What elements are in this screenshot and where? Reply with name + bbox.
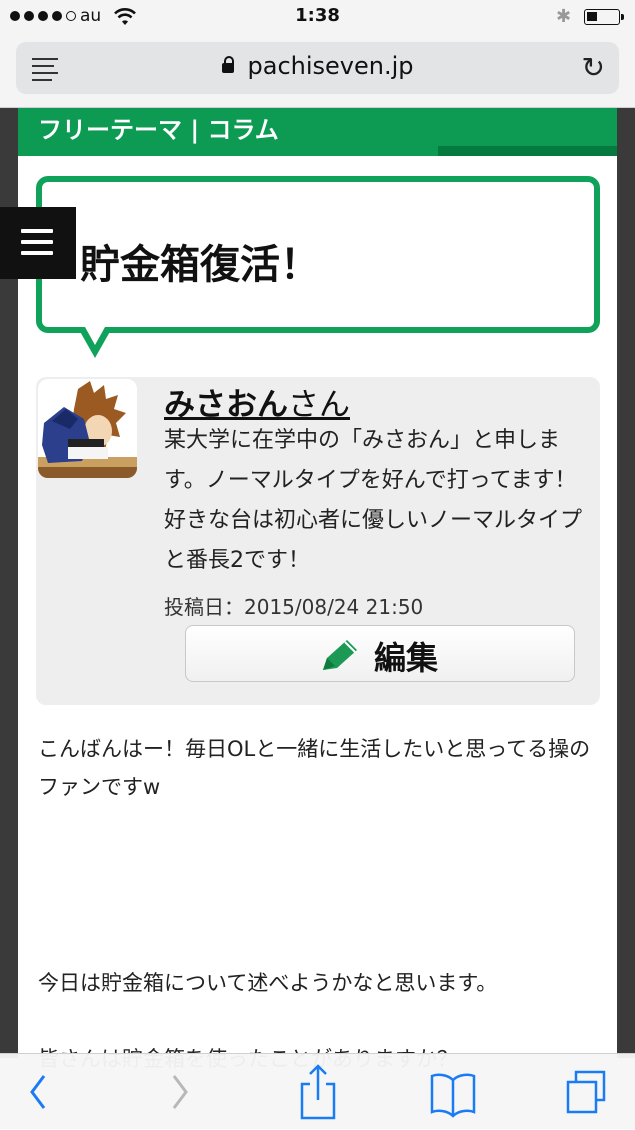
- body-paragraph: 今日は貯金箱について述べようかなと思います。: [38, 971, 498, 995]
- author-bio: 某大学に在学中の「みさおん」と申します。ノーマルタイプを好んで打ってます！ 好き…: [164, 428, 583, 573]
- bookmarks-icon[interactable]: [429, 1054, 477, 1130]
- tabs-icon[interactable]: [564, 1054, 608, 1130]
- page-gutter-right: [617, 108, 635, 1058]
- url-domain: pachiseven.jp: [247, 52, 414, 80]
- category-label[interactable]: フリーテーマ | コラム: [38, 110, 279, 145]
- status-bar: au 1:38 ✱: [0, 0, 635, 36]
- pencil-icon: [323, 640, 357, 670]
- battery-icon: [584, 9, 624, 25]
- share-icon[interactable]: [298, 1054, 338, 1130]
- lock-icon: [221, 56, 234, 73]
- browser-url-area: pachiseven.jp ↻: [0, 36, 635, 108]
- forward-icon[interactable]: [164, 1054, 194, 1130]
- bluetooth-icon: ✱: [556, 6, 572, 27]
- article-title: 貯金箱復活！: [80, 242, 320, 288]
- reload-icon[interactable]: ↻: [582, 51, 605, 84]
- back-icon[interactable]: [24, 1054, 54, 1130]
- edit-button[interactable]: 編集: [185, 625, 575, 682]
- article-page: フリーテーマ | コラム 貯金箱復活！ みさおんさん 某大学に在学中の「みさおん…: [18, 108, 617, 1071]
- hamburger-menu-button[interactable]: [0, 207, 76, 279]
- author-name[interactable]: みさおんさん: [164, 379, 350, 424]
- browser-toolbar: [0, 1053, 635, 1129]
- author-avatar[interactable]: [38, 379, 137, 478]
- clock: 1:38: [295, 5, 340, 26]
- edit-button-label: 編集: [374, 639, 439, 677]
- address-bar[interactable]: pachiseven.jp ↻: [16, 42, 619, 94]
- author-card: みさおんさん 某大学に在学中の「みさおん」と申します。ノーマルタイプを好んで打っ…: [36, 377, 600, 705]
- posted-date: 投稿日：2015/08/24 21:50: [164, 595, 424, 619]
- category-bar: フリーテーマ | コラム: [18, 108, 617, 156]
- body-paragraph: こんばんはー！毎日OLと一緒に生活したいと思ってる操のファンですw: [38, 737, 591, 799]
